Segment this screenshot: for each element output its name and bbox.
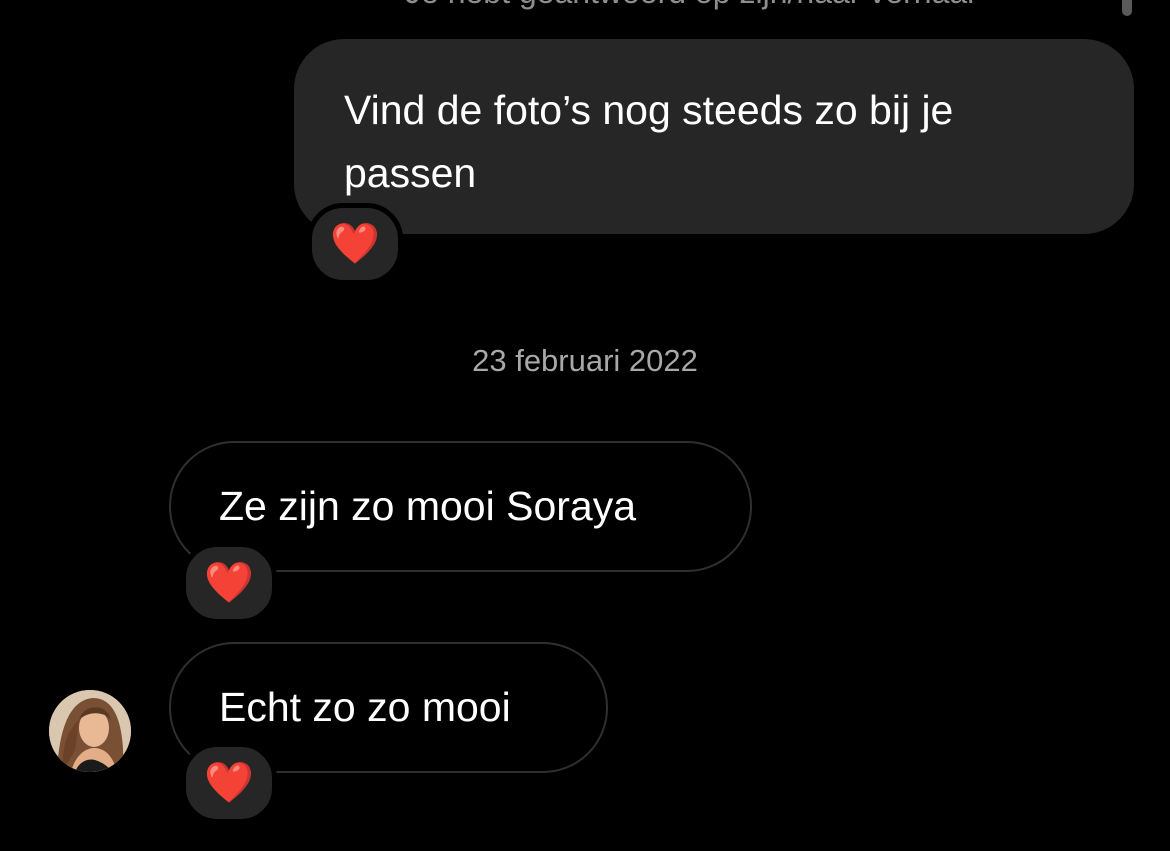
story-reply-status: Je hebt geantwoord op zijn/haar verhaal xyxy=(405,0,974,11)
scrollbar[interactable] xyxy=(1122,0,1132,16)
avatar-image xyxy=(49,690,131,772)
heart-icon: ❤️ xyxy=(204,561,254,605)
message-text: Ze zijn zo mooi Soraya xyxy=(219,483,637,529)
message-text: Echt zo zo mooi xyxy=(219,684,511,730)
heart-icon: ❤️ xyxy=(330,222,380,266)
date-separator: 23 februari 2022 xyxy=(472,343,698,378)
message-reaction[interactable]: ❤️ xyxy=(181,742,277,824)
message-text: Vind de foto’s nog steeds zo bij je pass… xyxy=(344,87,954,196)
avatar[interactable] xyxy=(49,690,131,772)
message-reaction[interactable]: ❤️ xyxy=(181,542,277,624)
heart-icon: ❤️ xyxy=(204,761,254,805)
message-reaction[interactable]: ❤️ xyxy=(307,203,403,285)
outgoing-message-bubble[interactable]: Vind de foto’s nog steeds zo bij je pass… xyxy=(294,39,1134,234)
